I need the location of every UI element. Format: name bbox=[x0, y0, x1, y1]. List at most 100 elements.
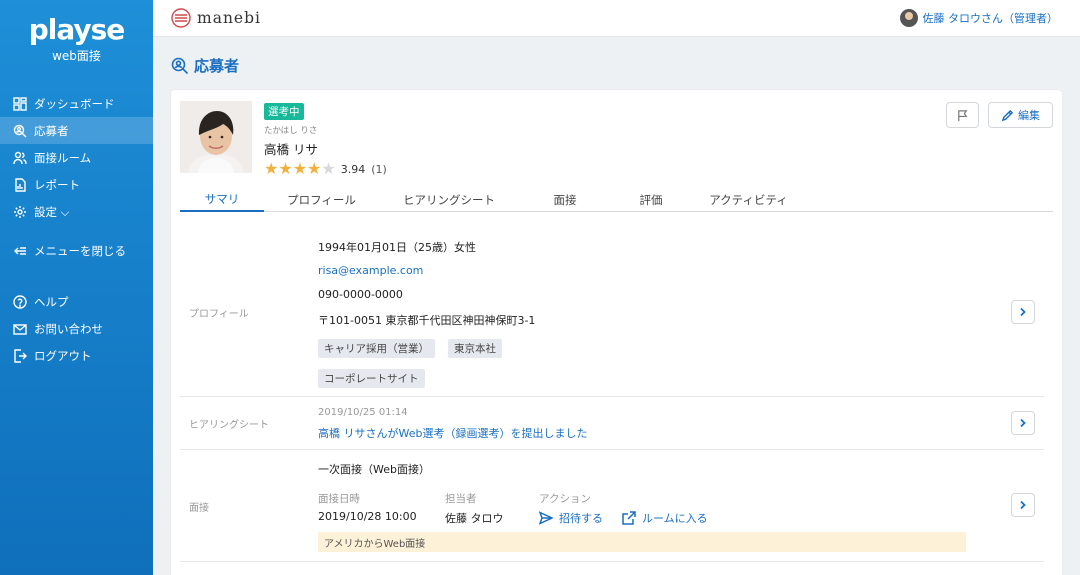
tab-evaluation[interactable]: 評価 bbox=[611, 187, 691, 212]
applicant-search-icon bbox=[171, 57, 189, 74]
brand-logo: playse bbox=[28, 12, 126, 46]
profile-section-label: プロフィール bbox=[189, 309, 249, 320]
manebi-logo-icon bbox=[171, 8, 191, 28]
logout-icon bbox=[13, 348, 27, 363]
interview-title: 一次面接（Web面接） bbox=[318, 463, 430, 476]
sidebar-item-label: ログアウト bbox=[34, 348, 92, 363]
tag-source: コーポレートサイト bbox=[318, 369, 425, 388]
rating-score: 3.94 bbox=[340, 162, 366, 176]
star-filled-icon: ★ bbox=[264, 159, 279, 178]
org-name: manebi bbox=[197, 9, 261, 27]
applicant-search-icon bbox=[13, 124, 27, 138]
org-logo[interactable]: manebi bbox=[171, 8, 261, 28]
hearing-open-button[interactable] bbox=[1011, 411, 1035, 435]
hearing-timestamp: 2019/10/25 01:14 bbox=[318, 407, 408, 418]
sidebar-item-contact[interactable]: お問い合わせ bbox=[0, 315, 153, 342]
address: 〒101-0051 東京都千代田区神田神保町3-1 bbox=[318, 314, 536, 327]
sidebar-item-label: 設定 ⌵ bbox=[34, 204, 70, 219]
owner-header: 担当者 bbox=[445, 493, 477, 505]
star-filled-icon: ★ bbox=[292, 159, 308, 178]
interview-section-label: 面接 bbox=[189, 503, 209, 514]
sidebar-item-settings[interactable]: 設定 ⌵ bbox=[0, 198, 153, 225]
invite-button[interactable]: 招待する bbox=[539, 510, 603, 526]
email-link[interactable]: risa@example.com bbox=[318, 264, 423, 277]
flag-icon bbox=[958, 109, 968, 121]
sidebar-item-label: 面接ルーム bbox=[34, 150, 92, 165]
user-menu[interactable]: 佐藤 タロウさん（管理者） bbox=[899, 9, 1059, 27]
send-icon bbox=[539, 511, 553, 525]
star-filled-icon: ★ bbox=[307, 159, 322, 178]
sidebar-item-help[interactable]: ヘルプ bbox=[0, 288, 153, 315]
sidebar-item-label: レポート bbox=[34, 177, 80, 192]
divider bbox=[180, 561, 1044, 562]
enter-room-label: ルームに入る bbox=[642, 512, 708, 525]
invite-label: 招待する bbox=[559, 512, 603, 525]
collapse-menu-label: メニューを閉じる bbox=[34, 243, 126, 258]
star-filled-icon: ★ bbox=[278, 159, 293, 178]
brand[interactable]: playse web面接 bbox=[0, 0, 153, 78]
status-badge: 選考中 bbox=[264, 103, 304, 120]
chevron-right-icon bbox=[1020, 500, 1026, 510]
hearing-section-label: ヒアリングシート bbox=[189, 420, 269, 431]
sidebar-item-label: ダッシュボード bbox=[34, 96, 115, 111]
report-icon bbox=[13, 177, 27, 192]
sidebar-item-interview-room[interactable]: 面接ルーム bbox=[0, 144, 153, 171]
interview-owner: 佐藤 タロウ bbox=[445, 512, 504, 525]
candidate-name: 高橋 リサ bbox=[264, 142, 318, 157]
divider bbox=[180, 449, 1044, 450]
page-title: 応募者 bbox=[171, 55, 239, 76]
sidebar-item-logout[interactable]: ログアウト bbox=[0, 342, 153, 369]
chevron-right-icon bbox=[1020, 418, 1026, 428]
candidate-photo bbox=[180, 101, 252, 173]
tab-bar: サマリ プロフィール ヒアリングシート 面接 評価 アクティビティ bbox=[180, 187, 1053, 212]
collapse-menu-button[interactable]: メニューを閉じる bbox=[0, 237, 153, 264]
action-header: アクション bbox=[539, 493, 591, 505]
phone-number: 090-0000-0000 bbox=[318, 288, 403, 301]
tab-interview[interactable]: 面接 bbox=[519, 187, 611, 212]
top-bar: manebi 佐藤 タロウさん（管理者） bbox=[153, 0, 1080, 37]
collapse-icon bbox=[13, 244, 27, 258]
edit-button[interactable]: 編集 bbox=[988, 102, 1053, 128]
tag-office: 東京本社 bbox=[448, 339, 502, 358]
sidebar: playse web面接 ダッシュボード 応募者 面接ルーム レポート 設定 ⌵… bbox=[0, 0, 153, 575]
dashboard-icon bbox=[13, 96, 27, 111]
users-icon bbox=[13, 151, 27, 165]
date-header: 面接日時 bbox=[318, 493, 360, 505]
enter-room-button[interactable]: ルームに入る bbox=[622, 510, 708, 526]
avatar bbox=[899, 9, 918, 27]
tab-summary[interactable]: サマリ bbox=[180, 187, 264, 212]
birth-line: 1994年01月01日（25歳）女性 bbox=[318, 241, 476, 254]
brand-subtitle: web面接 bbox=[52, 48, 101, 63]
rating-stars: ★★★★★ bbox=[264, 161, 336, 177]
hearing-message-link[interactable]: 高橋 リサさんがWeb選考（録画選考）を提出しました bbox=[318, 425, 587, 441]
gear-icon bbox=[13, 205, 27, 219]
sidebar-item-applicants[interactable]: 応募者 bbox=[0, 117, 153, 144]
tag-job: キャリア採用（営業） bbox=[318, 339, 435, 358]
help-icon bbox=[13, 294, 27, 309]
divider bbox=[180, 396, 1044, 397]
edit-label: 編集 bbox=[1018, 109, 1040, 122]
candidate-kana: たかはし りさ bbox=[264, 126, 318, 136]
tab-profile[interactable]: プロフィール bbox=[264, 187, 379, 212]
tab-activity[interactable]: アクティビティ bbox=[691, 187, 806, 212]
sidebar-item-label: 応募者 bbox=[34, 123, 69, 138]
page-title-text: 応募者 bbox=[194, 57, 240, 75]
profile-open-button[interactable] bbox=[1011, 300, 1035, 324]
candidate-card: 選考中 たかはし りさ 高橋 リサ ★★★★★ 3.94 (1) 編集 サマリ … bbox=[171, 90, 1062, 575]
external-link-icon bbox=[622, 511, 636, 525]
user-label: 佐藤 タロウさん（管理者） bbox=[922, 12, 1059, 25]
flag-button[interactable] bbox=[946, 102, 979, 128]
interview-open-button[interactable] bbox=[1011, 493, 1035, 517]
mail-icon bbox=[13, 322, 27, 336]
tab-hearing-sheet[interactable]: ヒアリングシート bbox=[379, 187, 519, 212]
sidebar-item-report[interactable]: レポート bbox=[0, 171, 153, 198]
sidebar-item-dashboard[interactable]: ダッシュボード bbox=[0, 90, 153, 117]
rating-count: (1) bbox=[371, 162, 387, 176]
sidebar-item-label: お問い合わせ bbox=[34, 321, 103, 336]
chevron-right-icon bbox=[1020, 307, 1026, 317]
rating: ★★★★★ 3.94 (1) bbox=[264, 161, 387, 177]
sidebar-item-label: ヘルプ bbox=[34, 294, 69, 309]
interview-note: アメリカからWeb面接 bbox=[318, 532, 966, 552]
pencil-icon bbox=[1001, 109, 1014, 121]
star-empty-icon: ★ bbox=[321, 159, 336, 178]
